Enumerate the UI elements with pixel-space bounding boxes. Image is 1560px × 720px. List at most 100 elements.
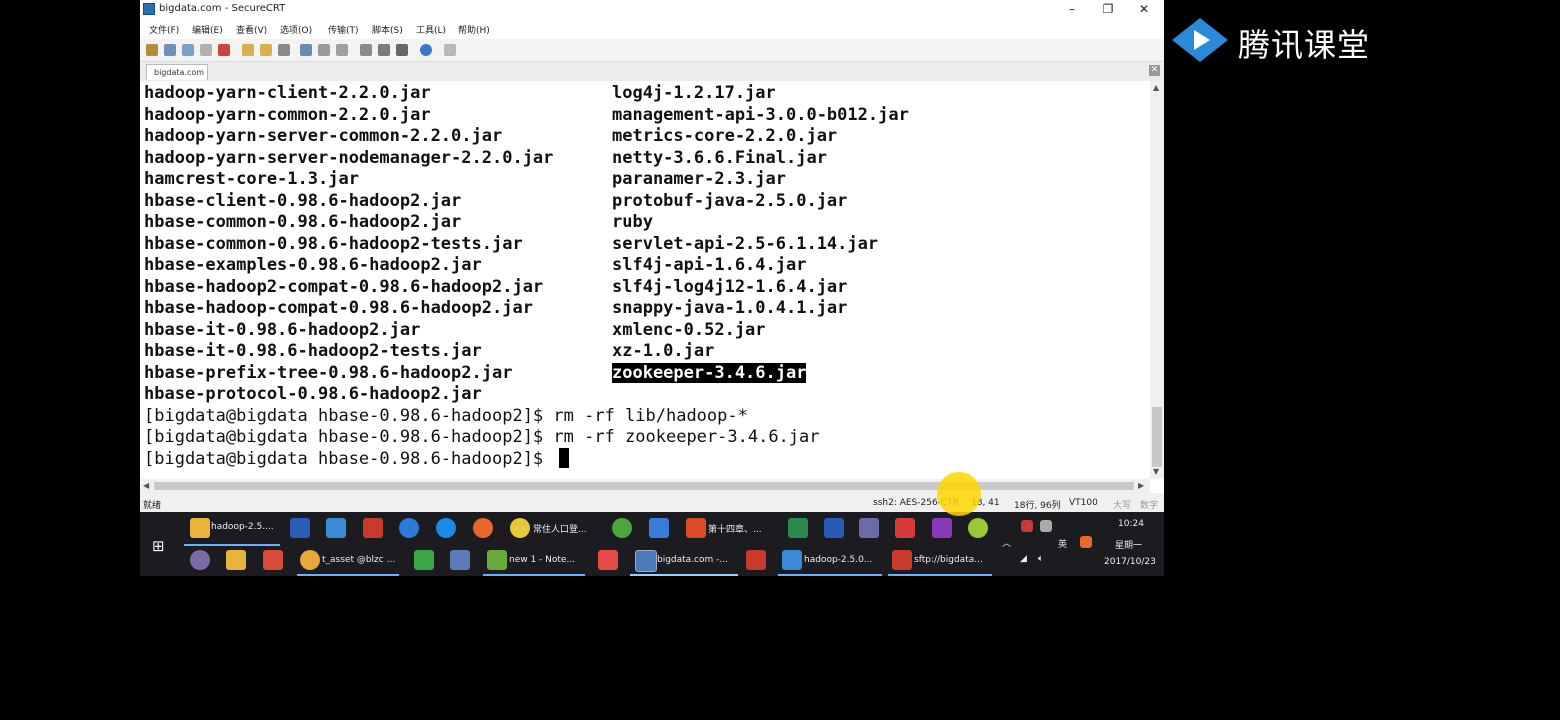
disconnect-icon[interactable] bbox=[218, 44, 230, 56]
status-caps: 大写 bbox=[1113, 501, 1132, 511]
print-icon[interactable] bbox=[300, 44, 312, 56]
menu-view[interactable]: 查看(V) bbox=[236, 23, 267, 36]
app-pinwheel-icon[interactable] bbox=[263, 550, 283, 570]
menu-options[interactable]: 选项(O) bbox=[280, 23, 312, 36]
terminal-line: netty-3.6.6.Final.jar bbox=[612, 148, 827, 168]
terminal-line: xz-1.0.jar bbox=[612, 341, 715, 361]
navicat-icon[interactable] bbox=[300, 550, 320, 570]
minimize-button[interactable]: – bbox=[1054, 0, 1090, 19]
app-share-icon[interactable] bbox=[326, 518, 346, 538]
notepadpp-icon[interactable] bbox=[487, 550, 507, 570]
task-powerpoint[interactable]: 第十四章、... bbox=[708, 522, 762, 535]
status-bar: 就绪 ssh2: AES-256-CTR 18, 41 18行, 96列 VT1… bbox=[140, 493, 1164, 512]
maximize-button[interactable]: ❐ bbox=[1090, 0, 1126, 19]
toolbar-options-icon[interactable] bbox=[444, 44, 456, 56]
clock-weekday[interactable]: 星期一 bbox=[1115, 538, 1142, 551]
menu-transfer[interactable]: 传输(T) bbox=[328, 23, 359, 36]
tray-app-icon[interactable] bbox=[1021, 520, 1033, 532]
close-button[interactable]: ✕ bbox=[1126, 0, 1162, 19]
powerpoint-icon[interactable] bbox=[686, 518, 706, 538]
clock-date[interactable]: 2017/10/23 bbox=[1104, 557, 1156, 567]
menu-tools[interactable]: 工具(L) bbox=[416, 23, 446, 36]
session-tab[interactable]: bigdata.com bbox=[146, 64, 208, 80]
reconnect-icon[interactable] bbox=[200, 44, 212, 56]
terminal-area[interactable]: hadoop-yarn-client-2.2.0.jar hadoop-yarn… bbox=[140, 81, 1150, 479]
app-g-icon[interactable] bbox=[290, 518, 310, 538]
app-green-icon[interactable] bbox=[612, 518, 632, 538]
clock-time[interactable]: 10:24 bbox=[1118, 519, 1144, 529]
app-k-icon[interactable] bbox=[399, 518, 419, 538]
copy-icon[interactable] bbox=[242, 44, 254, 56]
keymap-icon[interactable] bbox=[396, 44, 408, 56]
pycharm-icon[interactable] bbox=[414, 550, 434, 570]
menu-file[interactable]: 文件(F) bbox=[149, 23, 179, 36]
scroll-right-icon[interactable]: ▶ bbox=[1138, 481, 1144, 490]
task-hadoop-folder[interactable]: hadoop-2.5.... bbox=[211, 522, 274, 532]
session-options-icon[interactable] bbox=[360, 44, 372, 56]
tray-sogou-icon[interactable] bbox=[1080, 536, 1092, 548]
app-hadoop-window-icon[interactable] bbox=[782, 550, 802, 570]
app-tool-icon[interactable] bbox=[859, 518, 879, 538]
terminal-line: hbase-examples-0.98.6-hadoop2.jar bbox=[144, 255, 482, 275]
global-options-icon[interactable] bbox=[378, 44, 390, 56]
terminal-selected-text[interactable]: zookeeper-3.4.6.jar bbox=[612, 363, 807, 383]
print-setup-icon[interactable] bbox=[318, 44, 330, 56]
terminal-line: hbase-hadoop2-compat-0.98.6-hadoop2.jar bbox=[144, 277, 544, 297]
terminal-line: management-api-3.0.0-b012.jar bbox=[612, 105, 909, 125]
vertical-scroll-thumb[interactable] bbox=[1152, 407, 1162, 467]
tray-battery-icon[interactable] bbox=[1040, 520, 1052, 532]
log-icon[interactable] bbox=[336, 44, 348, 56]
taskbar: ⊞ hadoop-2.5.... 常住人口登... 第十四章、... t_ass… bbox=[140, 512, 1164, 576]
horizontal-scroll-thumb[interactable] bbox=[154, 482, 1134, 490]
folder-icon[interactable] bbox=[190, 518, 210, 538]
task-chrome-window[interactable]: 常住人口登... bbox=[533, 522, 587, 535]
connect-icon[interactable] bbox=[146, 44, 158, 56]
terminal-line: xmlenc-0.52.jar bbox=[612, 320, 766, 340]
intellij-icon[interactable] bbox=[450, 550, 470, 570]
terminal-line: slf4j-api-1.6.4.jar bbox=[612, 255, 807, 275]
ime-indicator[interactable]: 英 bbox=[1058, 537, 1067, 550]
filezilla-sftp-icon[interactable] bbox=[892, 550, 912, 570]
app-globe-icon[interactable] bbox=[190, 550, 210, 570]
status-term-size: 18行, 96列 bbox=[1014, 501, 1061, 511]
chrome-icon[interactable] bbox=[510, 518, 530, 538]
task-notepadpp[interactable]: new 1 - Note... bbox=[509, 555, 575, 565]
windows-start-icon[interactable]: ⊞ bbox=[152, 537, 165, 555]
find-icon[interactable] bbox=[278, 44, 290, 56]
title-bar[interactable]: bigdata.com - SecureCRT – ❐ ✕ bbox=[140, 0, 1164, 19]
scroll-up-icon[interactable]: ▲ bbox=[1153, 83, 1159, 92]
quick-connect-icon[interactable] bbox=[164, 44, 176, 56]
paste-icon[interactable] bbox=[260, 44, 272, 56]
ie-browser-icon[interactable] bbox=[436, 518, 456, 538]
app-bird-icon[interactable] bbox=[363, 518, 383, 538]
securecrt-task-icon[interactable] bbox=[635, 550, 657, 572]
task-navicat[interactable]: t_asset @blzc ... bbox=[322, 555, 395, 565]
xmind-icon[interactable] bbox=[895, 518, 915, 538]
app-bag-icon[interactable] bbox=[226, 550, 246, 570]
excel-icon[interactable] bbox=[788, 518, 808, 538]
scroll-left-icon[interactable]: ◀ bbox=[143, 481, 149, 490]
menu-edit[interactable]: 编辑(E) bbox=[192, 23, 223, 36]
connect-tab-icon[interactable] bbox=[182, 44, 194, 56]
horizontal-scrollbar[interactable]: ◀ ▶ bbox=[140, 479, 1150, 493]
vertical-scrollbar[interactable]: ▲ ▼ bbox=[1150, 81, 1164, 479]
close-tab-icon[interactable]: ✕ bbox=[1149, 65, 1160, 76]
task-securecrt[interactable]: bigdata.com -... bbox=[657, 555, 728, 565]
task-hadoop-window[interactable]: hadoop-2.5.0... bbox=[804, 555, 872, 565]
axure-rp-icon[interactable] bbox=[932, 518, 952, 538]
menu-script[interactable]: 脚本(S) bbox=[372, 23, 403, 36]
volume-icon[interactable]: 🔈︎ bbox=[1038, 554, 1043, 564]
task-sftp[interactable]: sftp://bigdata... bbox=[914, 555, 983, 565]
tray-expand-icon[interactable]: ︿ bbox=[1002, 536, 1011, 549]
firefox-icon[interactable] bbox=[473, 518, 493, 538]
network-icon[interactable]: ◢ bbox=[1020, 554, 1027, 564]
app-lime-icon[interactable] bbox=[968, 518, 988, 538]
app-blue-icon[interactable] bbox=[649, 518, 669, 538]
menu-help[interactable]: 帮助(H) bbox=[458, 23, 490, 36]
scroll-down-icon[interactable]: ▼ bbox=[1153, 467, 1159, 476]
app-feather-icon[interactable] bbox=[598, 550, 618, 570]
word-icon[interactable] bbox=[824, 518, 844, 538]
task-active-indicator bbox=[888, 574, 992, 576]
filezilla-icon[interactable] bbox=[746, 550, 766, 570]
help-icon[interactable] bbox=[420, 44, 432, 56]
